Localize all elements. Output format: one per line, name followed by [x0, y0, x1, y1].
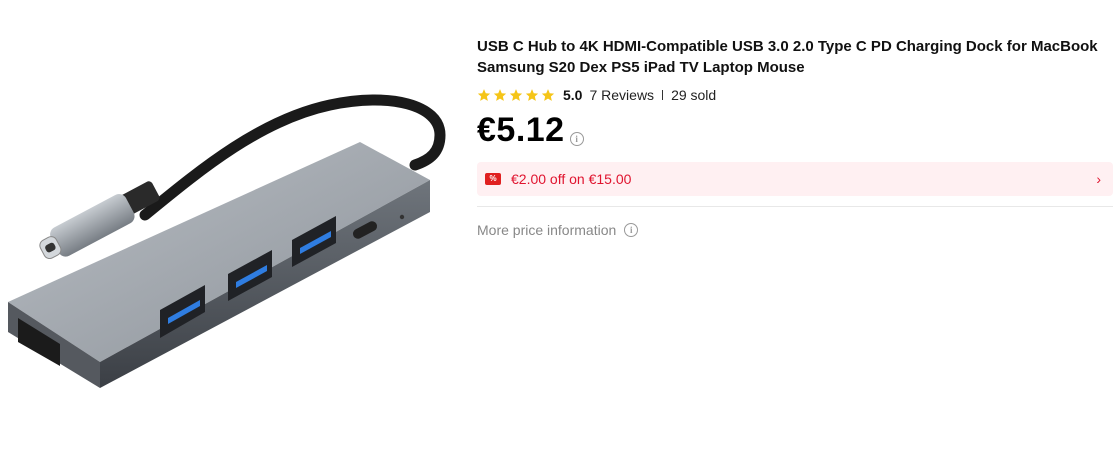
rating-value: 5.0	[563, 87, 583, 103]
product-info: USB C Hub to 4K HDMI-Compatible USB 3.0 …	[477, 36, 1113, 238]
coupon-text: €2.00 off on €15.00	[511, 171, 632, 187]
product-title: USB C Hub to 4K HDMI-Compatible USB 3.0 …	[477, 38, 1098, 76]
coupon-badge-icon: %	[485, 173, 501, 185]
more-price-info-link[interactable]: More price information i	[477, 222, 1113, 238]
info-circle-icon[interactable]: i	[569, 132, 584, 146]
star-icon	[541, 89, 555, 101]
price-value: €5.12	[477, 111, 565, 149]
product-image[interactable]	[0, 80, 460, 420]
product-page: USB C Hub to 4K HDMI-Compatible USB 3.0 …	[0, 0, 1113, 466]
price-row: €5.12 i	[477, 110, 1113, 150]
rating-row: 5.0 7 Reviews 29 sold	[477, 86, 1113, 104]
sold-count: 29 sold	[671, 87, 717, 103]
chevron-right-icon: ›	[1096, 171, 1101, 187]
star-icon	[525, 89, 539, 101]
reviews-link[interactable]: 7 Reviews	[589, 87, 654, 103]
star-icon	[509, 89, 523, 101]
divider	[477, 206, 1113, 207]
info-circle-icon: i	[624, 223, 639, 237]
more-price-info-label: More price information	[477, 222, 617, 238]
star-icon	[477, 89, 491, 101]
coupon-banner[interactable]: % €2.00 off on €15.00 ›	[477, 162, 1113, 196]
rating-stars	[477, 88, 555, 102]
separator	[662, 90, 664, 100]
usb-hub-illustration	[8, 94, 446, 388]
star-icon	[493, 89, 507, 101]
